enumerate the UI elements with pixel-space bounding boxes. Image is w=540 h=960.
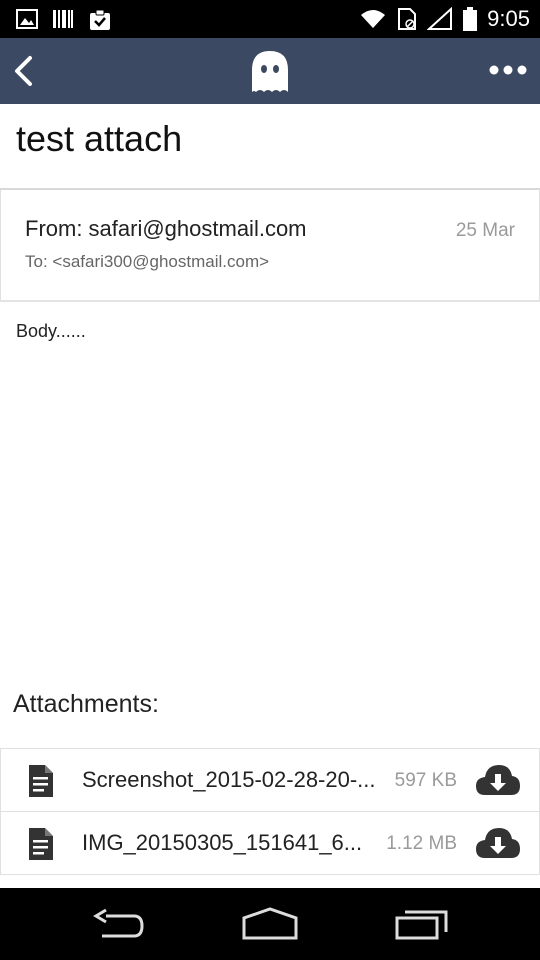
document-icon (29, 828, 53, 860)
image-icon (16, 9, 38, 29)
barcode-icon (53, 10, 73, 28)
attachment-item[interactable]: IMG_20150305_151641_6... 1.12 MB (0, 812, 540, 875)
back-button[interactable] (10, 54, 38, 88)
home-nav-icon[interactable] (241, 906, 299, 942)
document-icon (29, 765, 53, 797)
attachments-title: Attachments: (13, 690, 159, 718)
attachment-name: Screenshot_2015-02-28-20-... (82, 767, 376, 792)
ghost-icon (252, 51, 288, 92)
sender: From: safari@ghostmail.com (25, 216, 307, 241)
more-dots-icon (489, 65, 527, 75)
recents-nav-icon[interactable] (394, 906, 450, 942)
cloud-download-icon[interactable] (475, 824, 521, 862)
attachment-name: IMG_20150305_151641_6... (82, 830, 363, 855)
chevron-left-icon (15, 56, 32, 86)
clock: 9:05 (487, 6, 530, 31)
app-bar (0, 38, 540, 104)
more-options-button[interactable] (488, 60, 528, 80)
divider (0, 300, 540, 302)
clipboard-check-icon (90, 9, 110, 30)
battery-icon (463, 7, 478, 31)
attachment-size: 597 KB (394, 770, 457, 791)
message-date: 25 Mar (455, 220, 515, 241)
attachment-size: 1.12 MB (386, 833, 457, 854)
recipient: To: <safari300@ghostmail.com> (25, 252, 270, 271)
cloud-download-icon[interactable] (475, 761, 521, 799)
wifi-icon (361, 10, 386, 28)
back-nav-icon[interactable] (92, 906, 148, 942)
signal-icon (427, 7, 453, 30)
attachment-list: Screenshot_2015-02-28-20-... 597 KB IMG_… (0, 748, 540, 875)
message-subject: test attach (16, 118, 183, 159)
status-bar: 9:05 (0, 0, 540, 38)
message-header: From: safari@ghostmail.com 25 Mar To: <s… (0, 190, 540, 302)
message-body: Body...... (16, 321, 86, 341)
navigation-bar (0, 888, 540, 960)
sim-icon (398, 8, 417, 30)
attachment-item[interactable]: Screenshot_2015-02-28-20-... 597 KB (0, 749, 540, 812)
